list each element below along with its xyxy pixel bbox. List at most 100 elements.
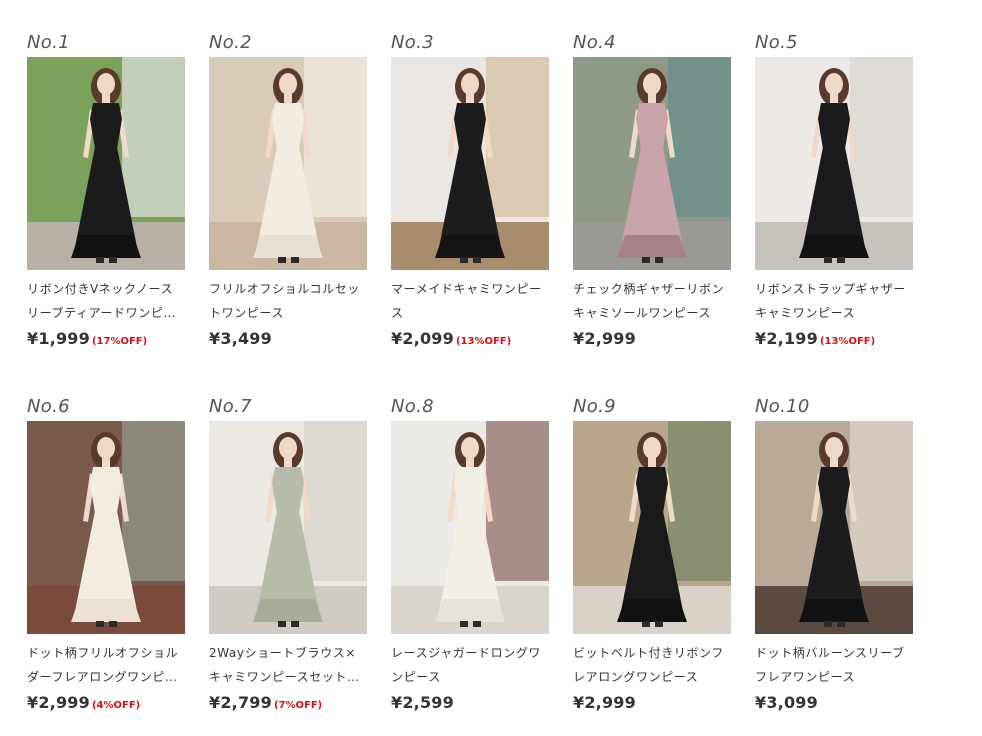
product-price: ¥2,799 bbox=[209, 693, 272, 712]
product-price: ¥3,099 bbox=[755, 693, 818, 712]
model-shoe-right bbox=[109, 621, 117, 627]
price-line: ¥3,099 bbox=[755, 693, 913, 717]
photo-backdrop bbox=[122, 421, 185, 581]
photo-backdrop bbox=[304, 57, 367, 217]
model-shoe-right bbox=[291, 257, 299, 263]
photo-backdrop bbox=[850, 421, 913, 581]
model-neck bbox=[830, 93, 838, 103]
model-shoe-right bbox=[837, 257, 845, 263]
dress-bodice bbox=[454, 467, 486, 513]
photo-backdrop bbox=[486, 421, 549, 581]
product-price: ¥2,199 bbox=[755, 329, 818, 348]
model-shoe-right bbox=[837, 621, 845, 627]
photo-scene bbox=[573, 57, 731, 270]
dress-bodice bbox=[272, 103, 304, 149]
price-line: ¥2,599 bbox=[391, 693, 549, 717]
rank-label: No.5 bbox=[755, 32, 798, 53]
rank-label: No.9 bbox=[573, 396, 616, 417]
product-name[interactable]: マーメイドキャミワンピース bbox=[391, 277, 549, 325]
dress-bodice bbox=[454, 103, 486, 149]
product-card-6[interactable]: No.6 ドット柄フリルオフショルダーフレアロングワンピース ¥2,999 (4… bbox=[27, 394, 185, 736]
rank-label: No.6 bbox=[27, 396, 70, 417]
dress-hem bbox=[617, 599, 687, 622]
product-card-1[interactable]: No.1 リボン付きVネックノースリーブティアードワンピース ¥1,999 (1… bbox=[27, 30, 185, 372]
rank-label: No.1 bbox=[27, 32, 70, 53]
photo-backdrop bbox=[486, 57, 549, 217]
dress-hem bbox=[71, 599, 141, 622]
product-card-8[interactable]: No.8 レースジャガードロングワンピース ¥2,599 bbox=[391, 394, 549, 736]
product-photo[interactable] bbox=[27, 57, 185, 270]
product-card-9[interactable]: No.9 ビットベルト付きリボンフレアロングワンピース ¥2,999 bbox=[573, 394, 731, 736]
dress-bodice bbox=[818, 467, 850, 513]
product-card-2[interactable]: No.2 フリルオフショルコルセットワンピース ¥3,499 bbox=[209, 30, 367, 372]
photo-backdrop bbox=[122, 57, 185, 217]
product-card-10[interactable]: No.10 ドット柄バルーンスリーブフレアワンピース ¥3,099 bbox=[755, 394, 913, 736]
photo-backdrop bbox=[304, 421, 367, 581]
model-shoe-left bbox=[278, 621, 286, 627]
product-name[interactable]: 2Wayショートブラウス×キャミワンピースセットアップ bbox=[209, 641, 367, 689]
rank-label: No.2 bbox=[209, 32, 252, 53]
product-card-4[interactable]: No.4 チェック柄ギャザーリボンキャミソールワンピース ¥2,999 bbox=[573, 30, 731, 372]
dress-hem bbox=[799, 235, 869, 258]
rank-label: No.10 bbox=[755, 396, 810, 417]
product-price: ¥1,999 bbox=[27, 329, 90, 348]
dress-bodice bbox=[636, 467, 668, 513]
model-face bbox=[643, 73, 661, 95]
model-neck bbox=[466, 93, 474, 103]
dress-hem bbox=[253, 599, 323, 622]
product-name[interactable]: リボン付きVネックノースリーブティアードワンピース bbox=[27, 277, 185, 325]
product-name[interactable]: チェック柄ギャザーリボンキャミソールワンピース bbox=[573, 277, 731, 325]
rank-label: No.8 bbox=[391, 396, 434, 417]
model-neck bbox=[102, 457, 110, 467]
product-photo[interactable] bbox=[755, 57, 913, 270]
product-card-5[interactable]: No.5 リボンストラップギャザーキャミワンピース ¥2,199 (13%OFF… bbox=[755, 30, 913, 372]
dress-bodice bbox=[90, 467, 122, 513]
product-card-7[interactable]: No.7 2Wayショートブラウス×キャミワンピースセットアップ ¥2,799 … bbox=[209, 394, 367, 736]
model-face bbox=[279, 437, 297, 459]
model-face bbox=[461, 437, 479, 459]
product-price: ¥2,099 bbox=[391, 329, 454, 348]
product-price: ¥2,999 bbox=[573, 693, 636, 712]
product-photo[interactable] bbox=[391, 57, 549, 270]
price-line: ¥2,999 bbox=[573, 329, 731, 353]
dress-hem bbox=[799, 599, 869, 622]
photo-scene bbox=[391, 57, 549, 270]
product-photo[interactable] bbox=[391, 421, 549, 634]
product-card-3[interactable]: No.3 マーメイドキャミワンピース ¥2,099 (13%OFF) bbox=[391, 30, 549, 372]
price-line: ¥2,099 (13%OFF) bbox=[391, 329, 549, 353]
model-shoe-right bbox=[655, 621, 663, 627]
product-photo[interactable] bbox=[573, 421, 731, 634]
dress-bodice bbox=[272, 467, 304, 513]
product-name[interactable]: レースジャガードロングワンピース bbox=[391, 641, 549, 689]
rank-label: No.7 bbox=[209, 396, 252, 417]
product-photo[interactable] bbox=[209, 421, 367, 634]
product-photo[interactable] bbox=[209, 57, 367, 270]
price-line: ¥2,999 (4%OFF) bbox=[27, 693, 185, 717]
price-line: ¥2,799 (7%OFF) bbox=[209, 693, 367, 717]
product-name[interactable]: ドット柄フリルオフショルダーフレアロングワンピース bbox=[27, 641, 185, 689]
photo-backdrop bbox=[850, 57, 913, 217]
model-shoe-right bbox=[109, 257, 117, 263]
dress-hem bbox=[435, 599, 505, 622]
model-shoe-left bbox=[824, 621, 832, 627]
dress-bodice bbox=[818, 103, 850, 149]
photo-scene bbox=[391, 421, 549, 634]
model-shoe-left bbox=[96, 621, 104, 627]
product-name[interactable]: リボンストラップギャザーキャミワンピース bbox=[755, 277, 913, 325]
product-name[interactable]: ビットベルト付きリボンフレアロングワンピース bbox=[573, 641, 731, 689]
product-name[interactable]: ドット柄バルーンスリーブフレアワンピース bbox=[755, 641, 913, 689]
model-shoe-right bbox=[655, 257, 663, 263]
model-neck bbox=[830, 457, 838, 467]
model-face bbox=[643, 437, 661, 459]
model-face bbox=[279, 73, 297, 95]
product-photo[interactable] bbox=[755, 421, 913, 634]
product-photo[interactable] bbox=[27, 421, 185, 634]
model-shoe-left bbox=[642, 621, 650, 627]
discount-badge: (13%OFF) bbox=[819, 336, 876, 347]
model-face bbox=[97, 73, 115, 95]
photo-scene bbox=[755, 57, 913, 270]
photo-scene bbox=[755, 421, 913, 634]
product-photo[interactable] bbox=[573, 57, 731, 270]
product-price: ¥2,999 bbox=[27, 693, 90, 712]
product-name[interactable]: フリルオフショルコルセットワンピース bbox=[209, 277, 367, 325]
